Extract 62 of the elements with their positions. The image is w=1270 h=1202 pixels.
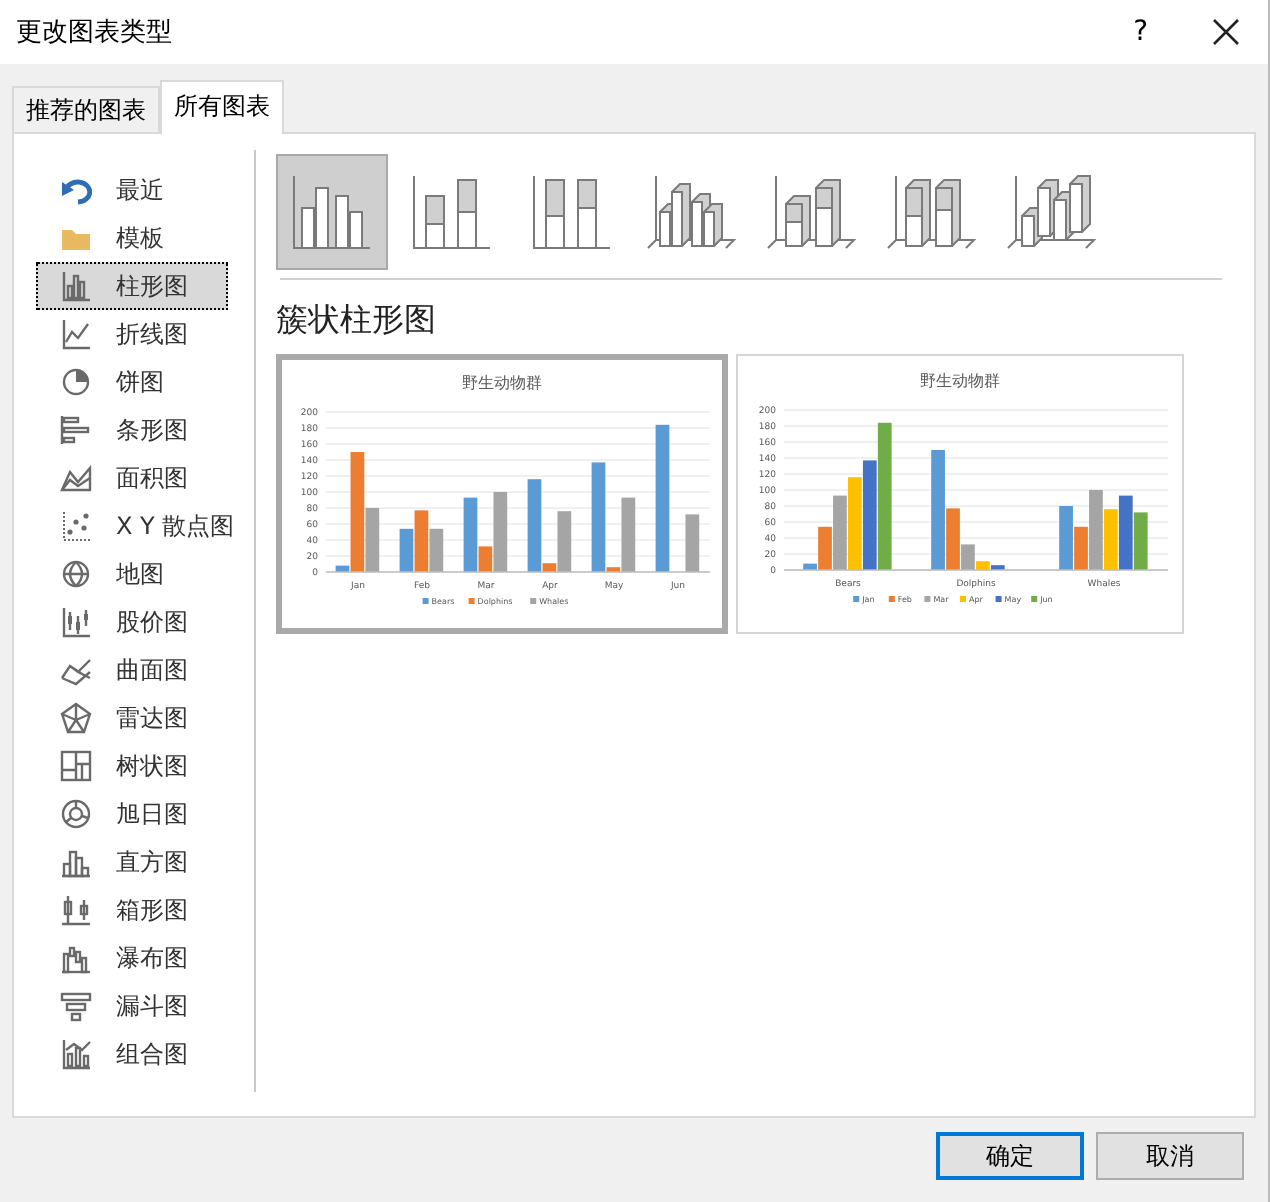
chart-type-item[interactable]: 树状图 <box>36 742 228 790</box>
3d-stacked-column-icon <box>766 172 858 252</box>
chart-type-item[interactable]: 饼图 <box>36 358 228 406</box>
chart-title: 野生动物群 <box>920 372 1000 390</box>
pie-chart-icon <box>60 366 92 398</box>
area-chart-icon <box>60 462 92 494</box>
combo-chart-icon <box>60 1038 92 1070</box>
3d-column-icon <box>1006 172 1098 252</box>
line-chart-icon <box>60 318 92 350</box>
ok-button[interactable]: 确定 <box>936 1132 1084 1180</box>
3d-clustered-column-icon <box>646 172 738 252</box>
surface-chart-icon <box>60 654 92 686</box>
stock-chart-icon <box>60 606 92 638</box>
cancel-button[interactable]: 取消 <box>1096 1132 1244 1180</box>
globe-icon <box>60 558 92 590</box>
chart-type-item[interactable]: 组合图 <box>36 1030 228 1078</box>
window-title: 更改图表类型 <box>16 16 174 50</box>
chart-type-item[interactable]: 雷达图 <box>36 694 228 742</box>
chart-type-item[interactable]: 模板 <box>36 214 228 262</box>
tab[interactable]: 推荐的图表 <box>12 86 160 132</box>
legend-swatch <box>995 596 1002 602</box>
chart-type-item[interactable]: 折线图 <box>36 310 228 358</box>
radar-chart-icon <box>60 702 92 734</box>
chart-type-item[interactable]: 直方图 <box>36 838 228 886</box>
tab[interactable]: 所有图表 <box>160 80 284 134</box>
box-plot-icon <box>60 894 92 926</box>
sunburst-icon <box>60 798 92 830</box>
chart-type-item[interactable]: 旭日图 <box>36 790 228 838</box>
close-icon[interactable] <box>1212 18 1240 46</box>
legend-swatch <box>924 596 931 602</box>
chart-type-item[interactable]: 箱形图 <box>36 886 228 934</box>
legend-swatch <box>422 598 429 604</box>
chart-type-item[interactable]: 最近 <box>36 166 228 214</box>
3d-percent-stacked-column-icon <box>886 172 978 252</box>
undo-icon <box>60 174 92 206</box>
chart-type-item[interactable]: X Y 散点图 <box>36 502 228 550</box>
legend-swatch <box>888 596 895 602</box>
chart-subtype-button[interactable] <box>276 154 388 270</box>
subtype-title: 簇状柱形图 <box>276 300 438 342</box>
waterfall-chart-icon <box>60 942 92 974</box>
horizontal-bar-chart-icon <box>60 414 92 446</box>
chart-type-item[interactable]: 曲面图 <box>36 646 228 694</box>
funnel-icon <box>60 990 92 1022</box>
help-button[interactable]: ? <box>1133 16 1148 48</box>
scatter-chart-icon <box>60 510 92 542</box>
chart-type-item[interactable]: 地图 <box>36 550 228 598</box>
legend-swatch <box>1031 596 1038 602</box>
histogram-icon <box>60 846 92 878</box>
chart-type-item[interactable]: 柱形图 <box>36 262 228 310</box>
legend-swatch <box>853 596 860 602</box>
chart-type-item[interactable]: 瀑布图 <box>36 934 228 982</box>
bar <box>685 514 700 572</box>
chart-type-item[interactable]: 条形图 <box>36 406 228 454</box>
treemap-icon <box>60 750 92 782</box>
chart-type-item[interactable]: 股价图 <box>36 598 228 646</box>
bar-chart-icon <box>60 270 92 302</box>
chart-type-item[interactable]: 漏斗图 <box>36 982 228 1030</box>
chart-type-item[interactable]: 面积图 <box>36 454 228 502</box>
legend-swatch <box>960 596 966 602</box>
legend-swatch <box>530 598 537 604</box>
chart-title: 野生动物群 <box>462 374 542 392</box>
legend-swatch <box>468 598 475 604</box>
